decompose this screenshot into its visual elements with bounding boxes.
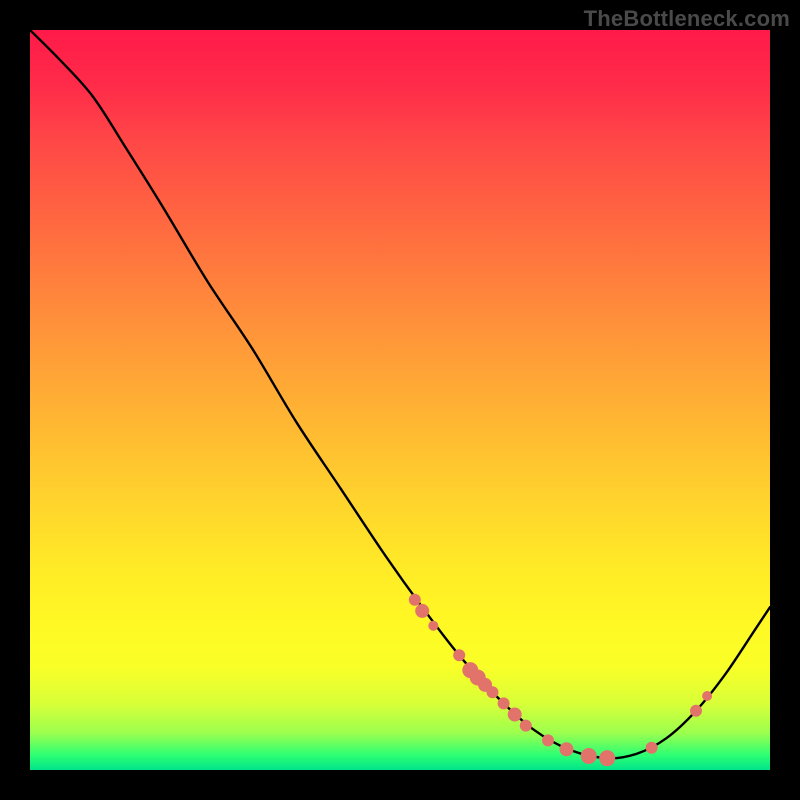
curve-marker — [542, 734, 554, 746]
curve-marker — [428, 621, 438, 631]
curve-marker — [508, 708, 522, 722]
curve-marker — [690, 705, 702, 717]
curve-marker — [560, 742, 574, 756]
curve-marker — [453, 649, 465, 661]
curve-marker — [702, 691, 712, 701]
chart-svg — [30, 30, 770, 770]
curve-marker — [409, 594, 421, 606]
curve-marker — [487, 686, 499, 698]
curve-marker — [599, 750, 615, 766]
curve-marker — [415, 604, 429, 618]
curve-markers — [409, 594, 712, 766]
watermark-text: TheBottleneck.com — [584, 6, 790, 32]
bottleneck-curve — [30, 30, 770, 758]
curve-marker — [581, 748, 597, 764]
curve-marker — [520, 720, 532, 732]
curve-marker — [498, 697, 510, 709]
curve-marker — [646, 742, 658, 754]
